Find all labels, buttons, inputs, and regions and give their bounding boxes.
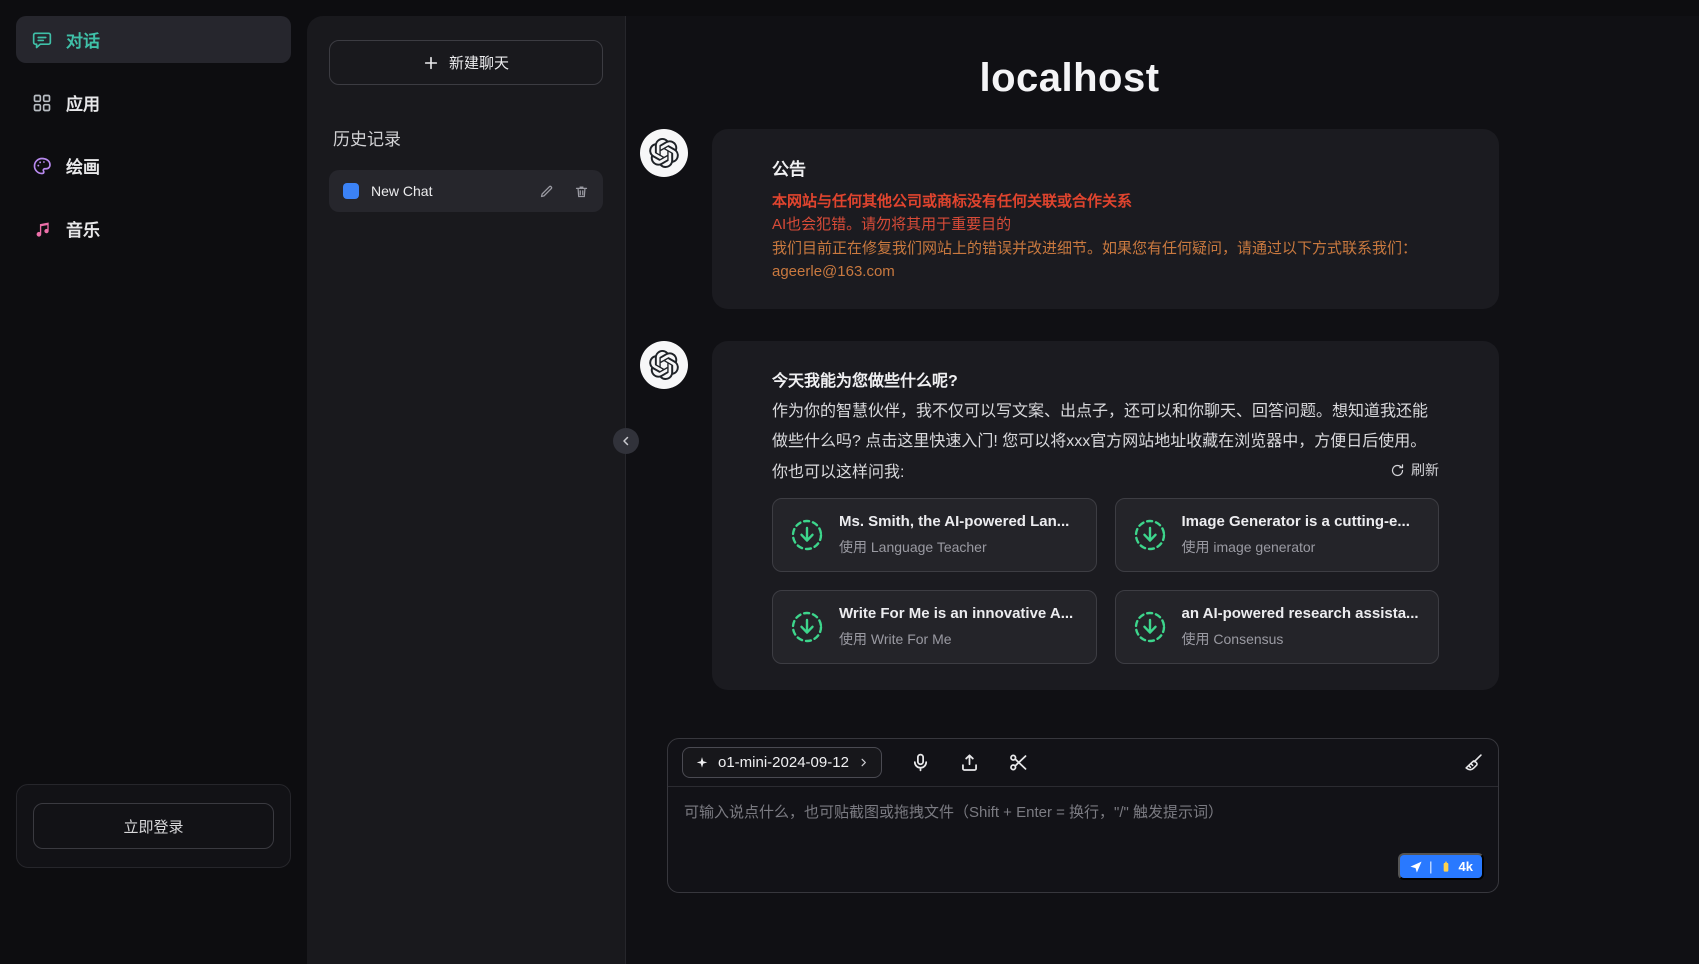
app: 对话 应用 绘画 音乐 立即登录 — [0, 0, 1699, 964]
sidebar-item-chat[interactable]: 对话 — [16, 16, 291, 63]
plus-icon — [423, 55, 439, 71]
suggestion-card[interactable]: Image Generator is a cutting-e... 使用 ima… — [1115, 498, 1440, 572]
new-chat-label: 新建聊天 — [449, 52, 509, 73]
suggestion-title: an AI-powered research assista... — [1182, 605, 1419, 622]
suggestion-subtitle: 使用 Language Teacher — [839, 537, 1069, 557]
token-count: 4k — [1459, 859, 1473, 874]
avatar — [640, 341, 688, 389]
announcement-heading: 公告 — [772, 155, 1439, 180]
openai-logo-icon — [649, 350, 679, 380]
greeting-bubble: 今天我能为您做些什么呢? 作为你的智慧伙伴，我不仅可以写文案、出点子，还可以和你… — [712, 341, 1499, 690]
suggestion-title: Image Generator is a cutting-e... — [1182, 513, 1410, 530]
refresh-suggestions-button[interactable]: 刷新 — [1390, 460, 1439, 480]
sidebar-item-label: 应用 — [66, 90, 100, 115]
scissors-icon[interactable] — [1008, 752, 1029, 773]
music-icon — [32, 219, 52, 239]
trash-icon[interactable] — [574, 184, 589, 199]
model-label: o1-mini-2024-09-12 — [718, 754, 849, 771]
announcement-line-2: AI也会犯错。请勿将其用于重要目的 — [772, 213, 1439, 236]
page-title: localhost — [640, 56, 1499, 101]
suggestion-title: Ms. Smith, the AI-powered Lan... — [839, 513, 1069, 530]
history-title: 历史记录 — [333, 125, 603, 150]
download-circle-icon — [1132, 517, 1168, 553]
sparkle-icon — [695, 756, 709, 770]
send-token-badge[interactable]: | 4k — [1398, 853, 1484, 880]
chat-list-panel: 新建聊天 历史记录 New Chat — [307, 16, 625, 964]
composer: o1-mini-2024-09-12 — [667, 738, 1499, 893]
announcement-bubble: 公告 本网站与任何其他公司或商标没有任何关联或合作关系 AI也会犯错。请勿将其用… — [712, 129, 1499, 309]
refresh-icon — [1390, 463, 1405, 478]
suggestion-cards: Ms. Smith, the AI-powered Lan... 使用 Lang… — [772, 498, 1439, 664]
badge-separator: | — [1429, 859, 1432, 874]
sidebar-item-paint[interactable]: 绘画 — [16, 142, 291, 189]
login-panel: 立即登录 — [16, 784, 291, 868]
main-panel: localhost 公告 本网站与任何其他公司或商标没有任何关联或合作关系 AI… — [625, 16, 1699, 964]
workspace: 新建聊天 历史记录 New Chat lo — [307, 16, 1699, 964]
new-chat-button[interactable]: 新建聊天 — [329, 40, 603, 85]
edit-icon[interactable] — [539, 184, 554, 199]
suggestion-subtitle: 使用 Write For Me — [839, 629, 1073, 649]
sidebar-item-label: 音乐 — [66, 216, 100, 241]
message-greeting: 今天我能为您做些什么呢? 作为你的智慧伙伴，我不仅可以写文案、出点子，还可以和你… — [640, 341, 1499, 690]
sidebar-item-label: 对话 — [66, 27, 100, 52]
chat-list-item[interactable]: New Chat — [329, 170, 603, 212]
chat-item-title: New Chat — [371, 183, 527, 199]
collapse-sidebar-button[interactable] — [613, 428, 639, 454]
chat-icon — [32, 30, 52, 50]
message-input[interactable] — [684, 801, 1482, 875]
chevron-right-icon — [858, 757, 869, 768]
suggestion-subtitle: 使用 Consensus — [1182, 629, 1419, 649]
suggestion-title: Write For Me is an innovative A... — [839, 605, 1073, 622]
suggestion-card[interactable]: an AI-powered research assista... 使用 Con… — [1115, 590, 1440, 664]
composer-body: | 4k — [668, 787, 1498, 892]
greeting-heading: 今天我能为您做些什么呢? — [772, 367, 1439, 391]
broom-icon[interactable] — [1463, 752, 1484, 773]
avatar — [640, 129, 688, 177]
ask-hint: 你也可以这样问我: — [772, 458, 904, 482]
apps-icon — [32, 93, 52, 113]
sidebar: 对话 应用 绘画 音乐 立即登录 — [0, 0, 307, 964]
message-announcement: 公告 本网站与任何其他公司或商标没有任何关联或合作关系 AI也会犯错。请勿将其用… — [640, 129, 1499, 309]
openai-logo-icon — [649, 138, 679, 168]
model-selector[interactable]: o1-mini-2024-09-12 — [682, 747, 882, 778]
battery-icon — [1439, 860, 1453, 874]
suggestion-card[interactable]: Write For Me is an innovative A... 使用 Wr… — [772, 590, 1097, 664]
sidebar-item-apps[interactable]: 应用 — [16, 79, 291, 126]
suggestion-subtitle: 使用 image generator — [1182, 537, 1410, 557]
chat-color-swatch — [343, 183, 359, 199]
upload-icon[interactable] — [959, 752, 980, 773]
announcement-line-1: 本网站与任何其他公司或商标没有任何关联或合作关系 — [772, 190, 1439, 213]
login-button[interactable]: 立即登录 — [33, 803, 274, 849]
sidebar-item-label: 绘画 — [66, 153, 100, 178]
announcement-line-3: 我们目前正在修复我们网站上的错误并改进细节。如果您有任何疑问，请通过以下方式联系… — [772, 237, 1439, 260]
download-circle-icon — [789, 517, 825, 553]
collapse-left-icon — [620, 435, 632, 447]
palette-icon — [32, 156, 52, 176]
greeting-body: 作为你的智慧伙伴，我不仅可以写文案、出点子，还可以和你聊天、回答问题。想知道我还… — [772, 397, 1439, 456]
mic-icon[interactable] — [910, 752, 931, 773]
contact-email-link[interactable]: ageerle@163.com — [772, 260, 895, 283]
suggestion-card[interactable]: Ms. Smith, the AI-powered Lan... 使用 Lang… — [772, 498, 1097, 572]
download-circle-icon — [1132, 609, 1168, 645]
composer-toolbar: o1-mini-2024-09-12 — [668, 739, 1498, 787]
sidebar-item-music[interactable]: 音乐 — [16, 205, 291, 252]
send-plane-icon — [1409, 860, 1423, 874]
chat-area: localhost 公告 本网站与任何其他公司或商标没有任何关联或合作关系 AI… — [626, 44, 1699, 964]
download-circle-icon — [789, 609, 825, 645]
refresh-label: 刷新 — [1411, 460, 1439, 480]
